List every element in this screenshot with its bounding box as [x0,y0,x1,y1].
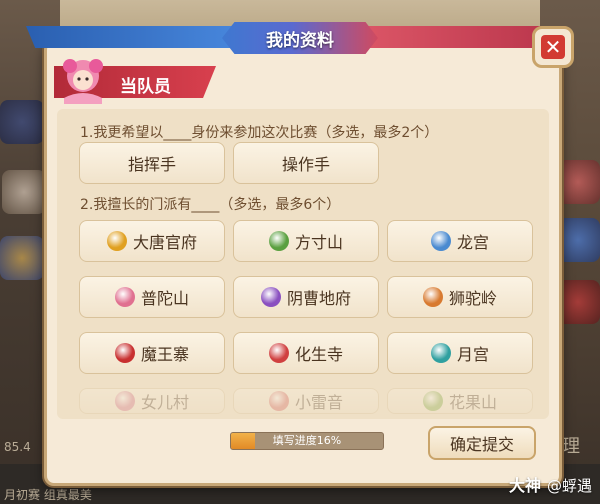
option-operator[interactable]: 操作手 [233,142,379,184]
option-sect-8[interactable]: 化生寺 [233,332,379,374]
nuer-icon [114,391,135,411]
option-label: 小雷音 [294,393,343,412]
datang-icon [106,231,127,251]
option-label: 方寸山 [294,233,343,252]
question-1-text: 1.我更希望以____身份来参加这次比赛（多选，最多2个） [80,125,439,141]
option-label: 普陀山 [140,289,189,308]
option-label: 女儿村 [140,393,189,412]
xiaoleiyin-icon [268,391,289,411]
option-label: 狮驼岭 [448,289,497,308]
option-sect-6[interactable]: 狮驼岭 [387,276,533,318]
option-sect-10[interactable]: 女儿村 [79,388,225,414]
submit-label: 确定提交 [449,435,514,454]
putuo-icon [114,287,135,307]
background-value: 85.4 [4,440,31,454]
watermark: 大神 @蜉遇 [509,472,592,496]
dialog-title: 我的资料 [266,30,334,51]
title-banner: 我的资料 [26,22,566,54]
option-sect-7[interactable]: 魔王寨 [79,332,225,374]
option-sect-1[interactable]: 大唐官府 [79,220,225,262]
option-sect-11[interactable]: 小雷音 [233,388,379,414]
option-label: 指挥手 [127,155,176,174]
huaguo-icon [422,391,443,411]
background-bottom-text: 月初赛 组真最美 [4,488,92,502]
side-item-icon-3 [556,280,600,324]
profile-dialog [44,40,562,486]
banner-blue-wing [26,26,256,48]
option-label: 花果山 [448,393,497,412]
option-label: 大唐官府 [132,233,197,252]
mowang-icon [114,343,135,363]
side-item-icon-2 [556,218,600,262]
option-label: 月宫 [456,345,489,364]
close-icon: ✕ [541,35,565,59]
shituo-icon [422,287,443,307]
progress-label: 填写进度16% [272,434,342,447]
yincao-icon [260,287,281,307]
option-commander[interactable]: 指挥手 [79,142,225,184]
option-label: 魔王寨 [140,345,189,364]
watermark-brand: 大神 [508,476,541,495]
side-sword-icon [2,170,46,214]
progress-bar: 填写进度16% [230,432,384,450]
close-button[interactable]: ✕ [532,26,574,68]
option-sect-9[interactable]: 月宫 [387,332,533,374]
fangcun-icon [268,231,289,251]
watermark-user: @蜉遇 [546,477,592,495]
option-sect-2[interactable]: 方寸山 [233,220,379,262]
option-label: 龙宫 [456,233,489,252]
side-item-icon-1 [556,160,600,204]
side-helmet-icon [0,100,44,144]
longgong-icon [430,231,451,251]
option-label: 阴曹地府 [286,289,351,308]
submit-button[interactable]: 确定提交 [428,426,536,460]
option-sect-5[interactable]: 阴曹地府 [233,276,379,318]
question-2-text: 2.我擅长的门派有____（多选，最多6个） [80,197,341,213]
section-label: 当队员 [120,77,171,97]
option-sect-12[interactable]: 花果山 [387,388,533,414]
banner-center: 我的资料 [222,22,378,54]
option-sect-4[interactable]: 普陀山 [79,276,225,318]
option-label: 化生寺 [294,345,343,364]
background-right-char: 理 [562,436,580,457]
side-character-icon [0,236,44,280]
huasheng-icon [268,343,289,363]
avatar-icon [63,59,103,104]
option-sect-3[interactable]: 龙宫 [387,220,533,262]
option-label: 操作手 [281,155,330,174]
yuegong-icon [430,343,451,363]
